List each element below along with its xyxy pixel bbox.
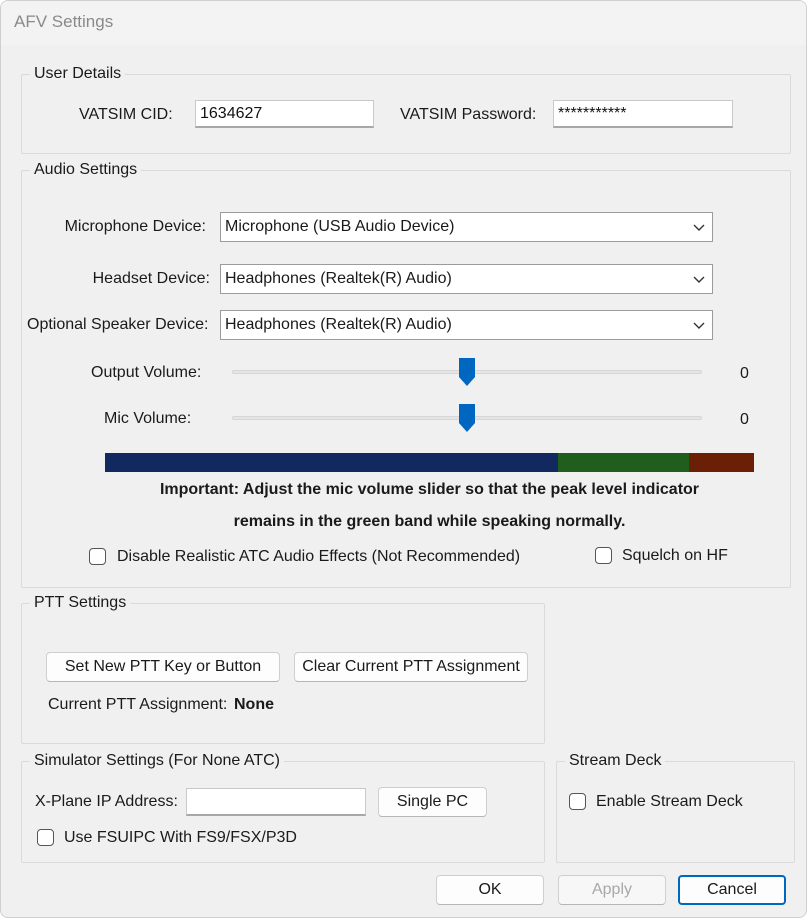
meter-green-band	[558, 453, 689, 472]
xplane-ip-input[interactable]	[186, 788, 366, 816]
output-volume-label: Output Volume:	[91, 364, 202, 381]
stream-deck-enable-label: Enable Stream Deck	[596, 793, 743, 810]
speaker-device-select[interactable]: Headphones (Realtek(R) Audio)	[220, 310, 713, 340]
fsuipc-label: Use FSUIPC With FS9/FSX/P3D	[64, 829, 297, 846]
output-volume-thumb[interactable]	[458, 357, 476, 387]
apply-button[interactable]: Apply	[558, 875, 666, 905]
peak-level-meter	[105, 453, 754, 472]
squelch-hf-label: Squelch on HF	[622, 547, 728, 564]
mic-volume-value: 0	[740, 411, 749, 428]
mic-volume-thumb[interactable]	[458, 403, 476, 433]
output-volume-slider[interactable]	[232, 357, 702, 387]
important-note-line2: remains in the green band while speaking…	[233, 513, 626, 530]
vatsim-cid-input[interactable]	[195, 100, 374, 128]
afv-settings-window: AFV Settings User Details VATSIM CID: VA…	[0, 0, 807, 918]
microphone-device-value: Microphone (USB Audio Device)	[225, 218, 455, 235]
vatsim-password-input[interactable]	[553, 100, 733, 128]
chevron-down-icon	[693, 276, 705, 283]
audio-settings-label: Audio Settings	[30, 161, 142, 179]
ok-button[interactable]: OK	[436, 875, 544, 905]
squelch-hf-checkbox[interactable]	[595, 547, 612, 564]
current-ptt-value: None	[234, 696, 274, 713]
chevron-down-icon	[693, 322, 705, 329]
headset-device-select[interactable]: Headphones (Realtek(R) Audio)	[220, 264, 713, 294]
microphone-device-label: Microphone Device:	[64, 218, 206, 235]
disable-effects-checkbox[interactable]	[89, 548, 106, 565]
mic-volume-label: Mic Volume:	[104, 410, 192, 427]
simulator-settings-label: Simulator Settings (For None ATC)	[30, 752, 285, 770]
meter-peak-band	[689, 453, 754, 472]
mic-volume-slider[interactable]	[232, 403, 702, 433]
fsuipc-checkbox[interactable]	[37, 829, 54, 846]
headset-device-label: Headset Device:	[92, 270, 210, 287]
headset-device-value: Headphones (Realtek(R) Audio)	[225, 270, 452, 287]
speaker-device-label: Optional Speaker Device:	[27, 316, 209, 333]
vatsim-password-label: VATSIM Password:	[400, 106, 537, 123]
clear-ptt-button[interactable]: Clear Current PTT Assignment	[294, 652, 528, 682]
set-ptt-button[interactable]: Set New PTT Key or Button	[46, 652, 280, 682]
disable-effects-label: Disable Realistic ATC Audio Effects (Not…	[117, 548, 521, 565]
speaker-device-value: Headphones (Realtek(R) Audio)	[225, 316, 452, 333]
title-bar[interactable]: AFV Settings	[1, 1, 806, 45]
xplane-ip-label: X-Plane IP Address:	[35, 793, 178, 810]
important-note-line1: Important: Adjust the mic volume slider …	[159, 481, 700, 498]
chevron-down-icon	[693, 224, 705, 231]
window-title: AFV Settings	[14, 12, 114, 31]
stream-deck-checkbox[interactable]	[569, 793, 586, 810]
vatsim-cid-label: VATSIM CID:	[79, 106, 173, 123]
stream-deck-label: Stream Deck	[565, 752, 666, 770]
current-ptt-label: Current PTT Assignment:	[48, 696, 228, 713]
cancel-button[interactable]: Cancel	[678, 875, 786, 905]
meter-low-band	[105, 453, 558, 472]
ptt-settings-label: PTT Settings	[30, 594, 131, 612]
stream-deck-group: Stream Deck	[556, 752, 795, 863]
microphone-device-select[interactable]: Microphone (USB Audio Device)	[220, 212, 713, 242]
single-pc-button[interactable]: Single PC	[378, 787, 487, 817]
output-volume-value: 0	[740, 365, 749, 382]
user-details-label: User Details	[30, 65, 126, 83]
